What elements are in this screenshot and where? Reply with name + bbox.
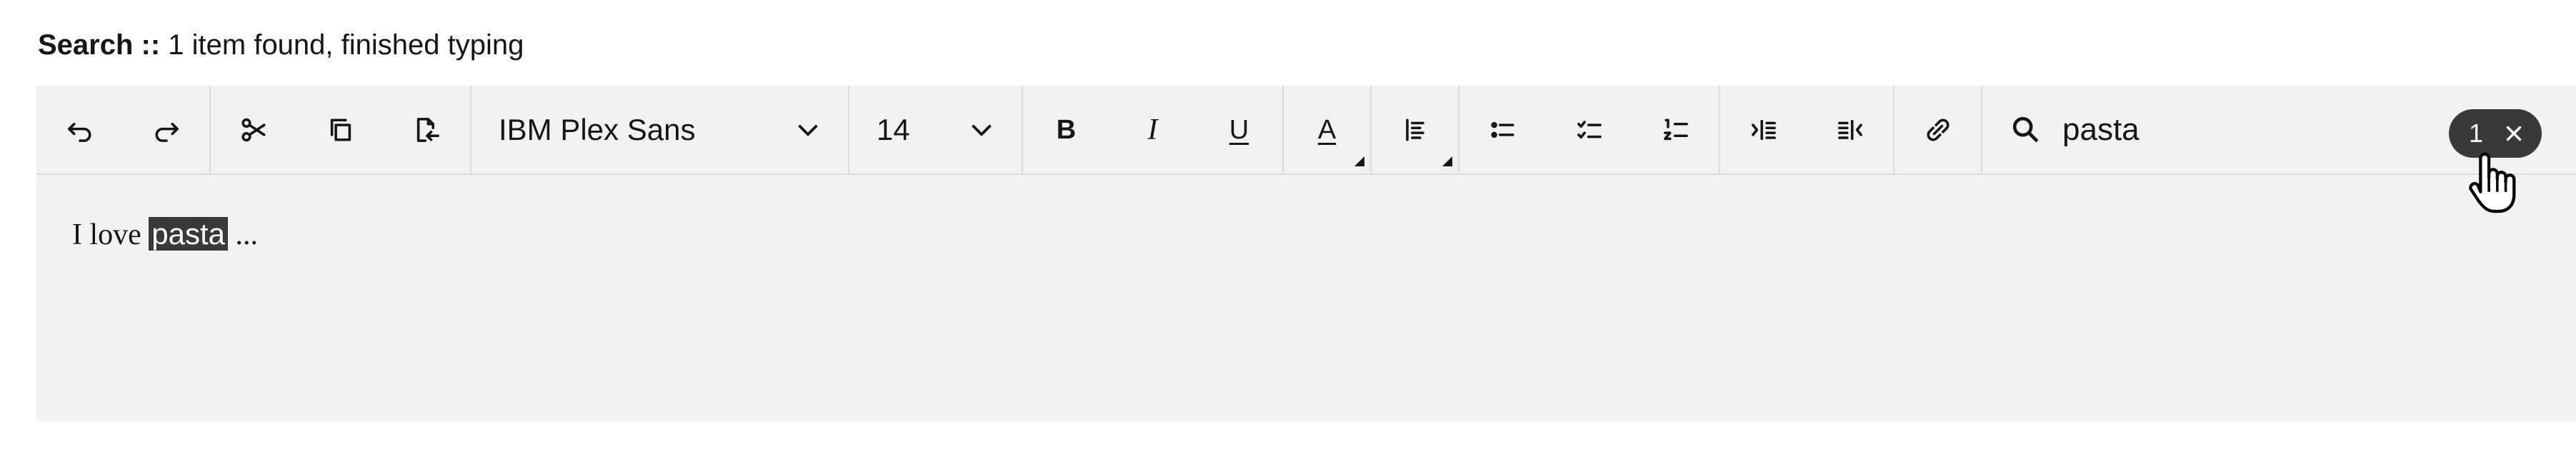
italic-icon: I — [1147, 113, 1158, 146]
font-size-group: 14 — [849, 86, 1023, 173]
font-family-value: IBM Plex Sans — [499, 112, 696, 146]
underline-button[interactable]: U — [1196, 86, 1282, 173]
redo-button[interactable] — [123, 86, 209, 173]
clipboard-group — [211, 86, 471, 173]
content-text-before: I love — [72, 218, 149, 251]
history-group — [36, 86, 211, 173]
search-status-label: Search :: — [38, 29, 161, 61]
search-highlight: pasta — [149, 217, 229, 251]
checklist-icon — [1577, 120, 1602, 138]
font-family-select[interactable]: IBM Plex Sans — [471, 86, 848, 173]
indent-group — [1720, 86, 1894, 173]
paste-button[interactable] — [384, 86, 470, 173]
content-text-after: ... — [228, 218, 259, 251]
redo-icon — [155, 122, 179, 142]
bold-button[interactable]: B — [1023, 86, 1109, 173]
indent-button[interactable] — [1720, 86, 1807, 173]
align-left-icon — [1405, 118, 1424, 141]
indent-icon — [1751, 119, 1776, 140]
color-group: A — [1284, 86, 1372, 173]
checklist-button[interactable] — [1546, 86, 1632, 173]
copy-button[interactable] — [297, 86, 384, 173]
italic-button[interactable]: I — [1109, 86, 1196, 173]
bulleted-list-icon — [1490, 121, 1514, 138]
underline-icon: U — [1229, 114, 1249, 145]
match-count: 1 — [2469, 118, 2484, 148]
text-style-group: B I U — [1023, 86, 1284, 173]
copy-icon — [330, 118, 351, 141]
outdent-icon — [1837, 119, 1862, 140]
bulleted-list-button[interactable] — [1459, 86, 1546, 173]
undo-button[interactable] — [36, 86, 123, 173]
menu-corner-icon — [1442, 156, 1452, 166]
hand-pointer-icon — [2469, 152, 2516, 213]
font-family-group: IBM Plex Sans — [471, 86, 849, 173]
search-status: Search :: 1 item found, finished typing — [38, 27, 524, 63]
link-icon — [1926, 118, 1950, 141]
link-group — [1894, 86, 1982, 173]
menu-corner-icon — [1354, 156, 1364, 166]
paste-icon — [416, 117, 439, 142]
scissors-icon — [241, 118, 266, 141]
numbered-list-icon — [1663, 118, 1688, 140]
undo-icon — [67, 122, 91, 142]
font-size-value: 14 — [877, 112, 910, 146]
chevron-down-icon — [798, 123, 818, 136]
search-input[interactable] — [2062, 108, 2348, 151]
search-icon — [2012, 116, 2039, 142]
bold-icon: B — [1056, 114, 1077, 145]
text-color-icon: A — [1317, 114, 1337, 145]
editor-toolbar: IBM Plex Sans 14 B I U A pasta 1 — [36, 86, 2576, 175]
cut-button[interactable] — [211, 86, 297, 173]
chevron-down-icon — [972, 123, 992, 136]
outdent-button[interactable] — [1807, 86, 1893, 173]
numbered-list-button[interactable] — [1632, 86, 1719, 173]
editor-content[interactable]: I love pasta ... — [72, 213, 258, 256]
rich-text-editor: IBM Plex Sans 14 B I U A pasta 1 I love … — [36, 86, 2576, 421]
font-size-select[interactable]: 14 — [849, 86, 1022, 173]
alignment-group — [1372, 86, 1459, 173]
link-button[interactable] — [1894, 86, 1981, 173]
text-color-button[interactable]: A — [1284, 86, 1370, 173]
alignment-button[interactable] — [1372, 86, 1458, 173]
search-status-message: 1 item found, finished typing — [160, 29, 524, 61]
close-icon[interactable] — [2502, 121, 2526, 146]
list-group — [1459, 86, 1720, 173]
